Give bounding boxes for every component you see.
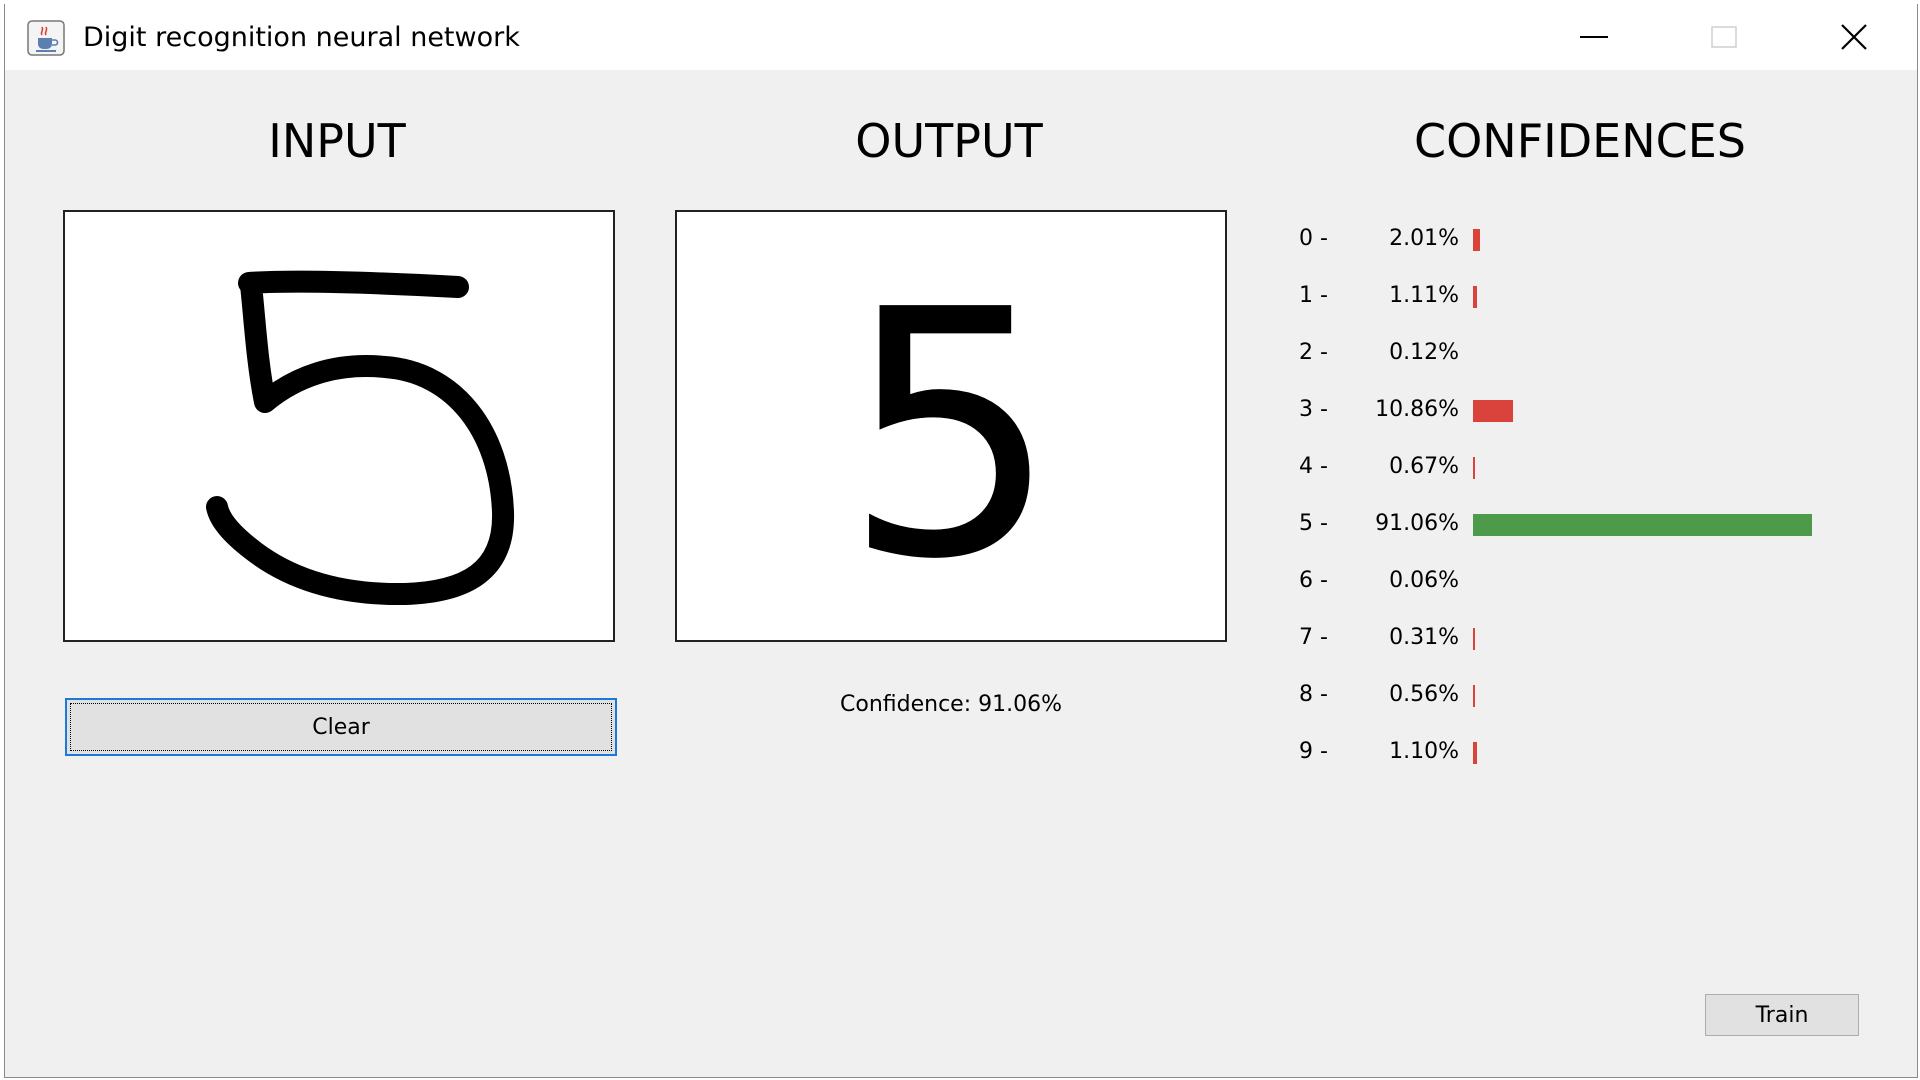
close-icon: [1841, 24, 1867, 50]
confidence-row: 2 - 0.12%: [1295, 334, 1895, 374]
confidence-bar: [1473, 742, 1477, 764]
maximize-icon: [1711, 26, 1737, 48]
confidence-digit: 9 -: [1299, 739, 1328, 764]
confidence-row: 1 - 1.11%: [1295, 277, 1895, 317]
confidence-digit: 3 -: [1299, 397, 1328, 422]
confidence-percent: 1.11%: [1389, 283, 1459, 308]
train-button[interactable]: Train: [1705, 994, 1859, 1036]
confidence-digit: 5 -: [1299, 511, 1328, 536]
predicted-digit: 5: [842, 238, 1060, 634]
maximize-button[interactable]: [1659, 4, 1789, 70]
output-panel: 5: [675, 210, 1227, 642]
minimize-icon: [1580, 36, 1608, 38]
confidence-percent: 0.31%: [1389, 625, 1459, 650]
confidence-row: 9 - 1.10%: [1295, 733, 1895, 773]
clear-button[interactable]: Clear: [65, 698, 617, 756]
confidence-digit: 7 -: [1299, 625, 1328, 650]
confidence-digit: 2 -: [1299, 340, 1328, 365]
confidence-row: 4 - 0.67%: [1295, 448, 1895, 488]
confidence-bar: [1473, 229, 1480, 251]
confidence-bar: [1473, 457, 1475, 479]
window-title: Digit recognition neural network: [83, 22, 520, 53]
close-button[interactable]: [1789, 4, 1919, 70]
confidence-row: 6 - 0.06%: [1295, 562, 1895, 602]
confidence-row: 8 - 0.56%: [1295, 676, 1895, 716]
confidence-percent: 91.06%: [1375, 511, 1459, 536]
main-content: INPUT OUTPUT CONFIDENCES 5 Clear Confide…: [5, 70, 1917, 1078]
confidence-digit: 8 -: [1299, 682, 1328, 707]
title-bar: Digit recognition neural network: [5, 4, 1917, 70]
confidence-row: 3 - 10.86%: [1295, 391, 1895, 431]
confidence-row: 5 - 91.06%: [1295, 505, 1895, 545]
drawn-digit-stroke: [206, 270, 515, 606]
confidence-bar: [1473, 685, 1475, 707]
drawing-canvas[interactable]: [63, 210, 615, 642]
confidence-percent: 1.10%: [1389, 739, 1459, 764]
confidence-percent: 10.86%: [1375, 397, 1459, 422]
confidence-percent: 2.01%: [1389, 226, 1459, 251]
confidence-bar: [1473, 286, 1477, 308]
confidence-bar: [1473, 628, 1475, 650]
confidence-percent: 0.67%: [1389, 454, 1459, 479]
confidence-row: 0 - 2.01%: [1295, 220, 1895, 260]
confidence-digit: 1 -: [1299, 283, 1328, 308]
minimize-button[interactable]: [1529, 4, 1659, 70]
confidence-bar: [1473, 400, 1513, 422]
clear-button-label: Clear: [70, 703, 612, 751]
confidence-digit: 6 -: [1299, 568, 1328, 593]
confidence-percent: 0.12%: [1389, 340, 1459, 365]
confidence-percent: 0.06%: [1389, 568, 1459, 593]
confidences-title: CONFIDENCES: [1413, 114, 1747, 168]
confidence-digit: 4 -: [1299, 454, 1328, 479]
confidence-bar: [1473, 514, 1812, 536]
app-window: Digit recognition neural network INPUT O…: [4, 4, 1918, 1078]
confidence-digit: 0 -: [1299, 226, 1328, 251]
output-title: OUTPUT: [855, 114, 1043, 168]
confidence-percent: 0.56%: [1389, 682, 1459, 707]
java-cup-icon[interactable]: [27, 20, 65, 56]
confidence-summary: Confidence: 91.06%: [840, 692, 1062, 717]
input-title: INPUT: [268, 114, 406, 168]
confidence-row: 7 - 0.31%: [1295, 619, 1895, 659]
